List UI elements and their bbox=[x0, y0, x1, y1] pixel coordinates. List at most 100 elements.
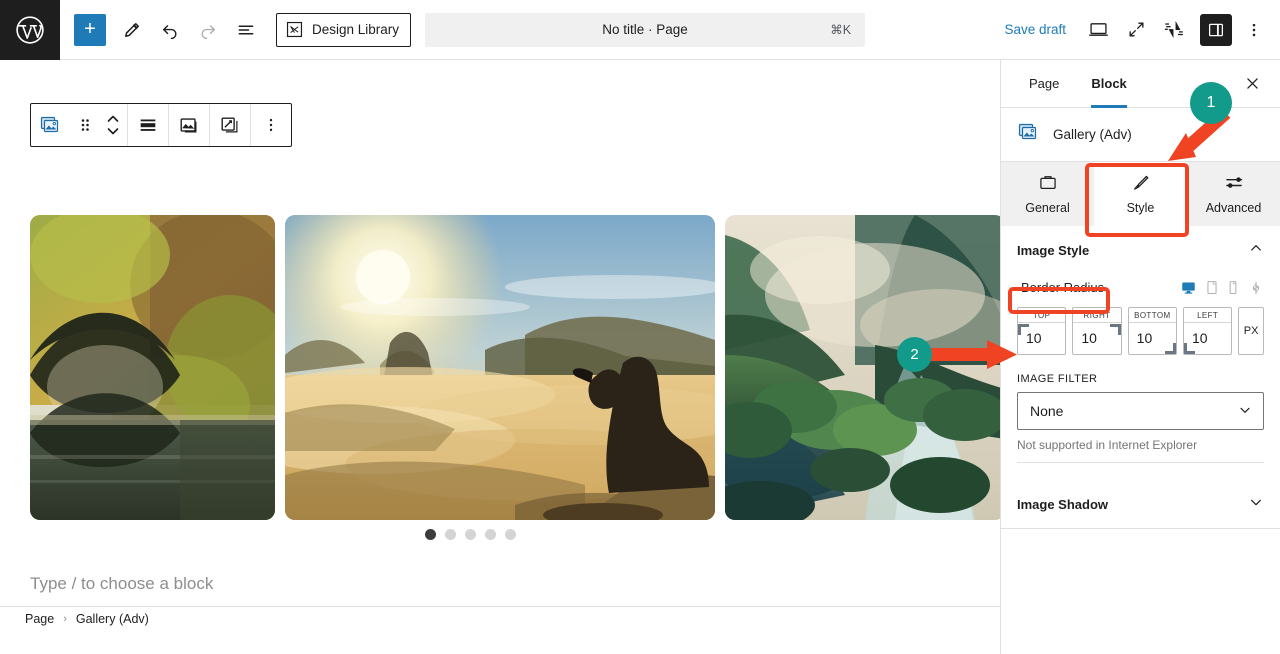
design-library-label: Design Library bbox=[312, 22, 400, 37]
carousel-dot-4[interactable] bbox=[484, 529, 496, 540]
brush-icon bbox=[1131, 173, 1151, 196]
command-shortcut-badge: ⌘K bbox=[830, 23, 852, 37]
block-title: Gallery (Adv) bbox=[1053, 127, 1132, 142]
segment-tab-style[interactable]: Style bbox=[1094, 162, 1187, 226]
document-title-text: No title · Page bbox=[602, 22, 688, 37]
border-radius-right-caption: RIGHT bbox=[1073, 308, 1121, 323]
unlink-icon[interactable] bbox=[1248, 280, 1264, 296]
crop-image-icon[interactable] bbox=[210, 104, 250, 146]
align-icon[interactable] bbox=[128, 104, 168, 146]
corner-indicator-bottom-left bbox=[1183, 343, 1195, 354]
sidebar-block-header: Gallery (Adv) bbox=[1001, 108, 1280, 162]
tablet-icon[interactable] bbox=[1206, 280, 1218, 295]
corner-indicator-top-left bbox=[1018, 324, 1029, 335]
breadcrumb-item-gallery[interactable]: Gallery (Adv) bbox=[76, 612, 149, 626]
gallery-image-3[interactable] bbox=[725, 215, 1000, 520]
carousel-dot-5[interactable] bbox=[504, 529, 516, 540]
chevron-down-icon bbox=[1248, 494, 1264, 515]
close-sidebar-icon[interactable] bbox=[1236, 68, 1268, 100]
corner-indicator-bottom-right bbox=[1164, 343, 1176, 354]
segment-tab-general[interactable]: General bbox=[1001, 162, 1094, 226]
border-radius-left-caption: LEFT bbox=[1183, 308, 1232, 323]
more-options-icon[interactable] bbox=[251, 104, 291, 146]
segment-tab-style-label: Style bbox=[1126, 201, 1155, 215]
block-toolbar-group-crop bbox=[210, 104, 251, 146]
desktop-icon[interactable] bbox=[1181, 280, 1196, 295]
chevron-up-icon bbox=[1248, 240, 1264, 261]
border-radius-inputs: TOP RIGHT BOTTOM LEFT bbox=[1017, 307, 1264, 355]
panel-header-image-style[interactable]: Image Style bbox=[1001, 226, 1280, 274]
jetpack-icon[interactable] bbox=[1156, 12, 1192, 48]
editor-canvas: Type / to choose a block Page › Gallery … bbox=[0, 60, 1000, 630]
edit-pencil-icon[interactable] bbox=[114, 12, 150, 48]
header-right-tools: Save draft bbox=[992, 12, 1280, 48]
carousel-dot-2[interactable] bbox=[444, 529, 456, 540]
image-filter-value: None bbox=[1030, 403, 1064, 419]
image-filter-help-text: Not supported in Internet Explorer bbox=[1017, 438, 1198, 452]
image-settings-icon[interactable] bbox=[169, 104, 209, 146]
segment-tab-advanced-label: Advanced bbox=[1205, 201, 1262, 215]
sliders-icon bbox=[1224, 173, 1244, 196]
document-title-field[interactable]: No title · Page ⌘K bbox=[425, 12, 866, 47]
block-toolbar-group-image bbox=[169, 104, 210, 146]
border-radius-row: Border Radius bbox=[1017, 278, 1264, 297]
segment-tab-general-label: General bbox=[1025, 201, 1070, 215]
more-options-kebab-icon[interactable] bbox=[1238, 12, 1270, 48]
tab-block[interactable]: Block bbox=[1075, 60, 1142, 108]
carousel-dot-3[interactable] bbox=[464, 529, 476, 540]
panel-body-image-style: Border Radius TOP 10 RIGHT 10 BOTTOM 10 … bbox=[1001, 274, 1280, 481]
gallery-image-1[interactable] bbox=[30, 215, 275, 520]
border-radius-bottom-caption: BOTTOM bbox=[1128, 308, 1176, 323]
list-view-icon[interactable] bbox=[228, 12, 264, 48]
settings-sidebar-toggle[interactable] bbox=[1200, 13, 1232, 46]
device-breakpoint-icons bbox=[1181, 280, 1264, 296]
chevron-down-icon bbox=[1237, 402, 1253, 421]
gallery-image-2[interactable] bbox=[285, 215, 715, 520]
desktop-preview-icon[interactable] bbox=[1080, 12, 1116, 48]
fullscreen-icon[interactable] bbox=[1118, 12, 1154, 48]
breadcrumb-item-page[interactable]: Page bbox=[25, 612, 54, 626]
corner-indicator-top-right bbox=[1109, 324, 1121, 335]
design-library-icon bbox=[286, 21, 303, 38]
editor-header: + Design Library No title · Page ⌘K Save… bbox=[0, 0, 1280, 60]
border-radius-unit-selector[interactable]: PX bbox=[1238, 307, 1264, 355]
redo-icon bbox=[190, 12, 226, 48]
breadcrumb-separator-icon: › bbox=[63, 612, 67, 625]
block-toolbar-group-more bbox=[251, 104, 291, 146]
block-toolbar bbox=[30, 103, 292, 147]
carousel-dot-1[interactable] bbox=[424, 529, 436, 540]
segment-tab-advanced[interactable]: Advanced bbox=[1187, 162, 1280, 226]
undo-icon[interactable] bbox=[152, 12, 188, 48]
gallery-block-icon[interactable] bbox=[31, 104, 71, 146]
border-radius-label: Border Radius bbox=[1021, 280, 1105, 295]
image-filter-label: IMAGE FILTER bbox=[1017, 373, 1098, 385]
wordpress-logo[interactable] bbox=[0, 0, 60, 60]
border-radius-top-caption: TOP bbox=[1018, 308, 1066, 323]
breadcrumb: Page › Gallery (Adv) bbox=[0, 606, 1000, 630]
panel-header-image-shadow[interactable]: Image Shadow bbox=[1001, 481, 1280, 529]
image-filter-select[interactable]: None bbox=[1017, 392, 1264, 430]
border-radius-left-field[interactable]: LEFT bbox=[1182, 307, 1233, 355]
block-toolbar-group-align bbox=[128, 104, 169, 146]
wordpress-block-editor: + Design Library No title · Page ⌘K Save… bbox=[0, 0, 1280, 654]
save-draft-button[interactable]: Save draft bbox=[992, 14, 1078, 45]
panel-title-image-shadow: Image Shadow bbox=[1017, 497, 1109, 512]
empty-block-placeholder[interactable]: Type / to choose a block bbox=[30, 574, 213, 594]
design-library-button[interactable]: Design Library bbox=[276, 12, 412, 47]
gallery-block[interactable] bbox=[30, 215, 1000, 520]
border-radius-top-field[interactable]: TOP bbox=[1017, 307, 1067, 355]
panel-divider bbox=[1017, 462, 1264, 463]
drag-handle-icon[interactable] bbox=[71, 104, 99, 146]
header-left-tools: + Design Library bbox=[60, 12, 412, 48]
border-radius-bottom-field[interactable]: BOTTOM bbox=[1127, 307, 1177, 355]
sidebar-segment-tabs: General Style Advanced bbox=[1001, 162, 1280, 226]
general-panel-icon bbox=[1038, 173, 1058, 196]
tab-page[interactable]: Page bbox=[1013, 60, 1075, 108]
add-block-button[interactable]: + bbox=[74, 13, 106, 46]
move-updown-icon[interactable] bbox=[99, 104, 127, 146]
border-radius-right-field[interactable]: RIGHT bbox=[1072, 307, 1122, 355]
mobile-icon[interactable] bbox=[1228, 280, 1238, 295]
settings-sidebar: Page Block Gallery (Adv) General Style A… bbox=[1000, 60, 1280, 654]
block-toolbar-group-block bbox=[31, 104, 128, 146]
sidebar-tabs: Page Block bbox=[1001, 60, 1280, 108]
